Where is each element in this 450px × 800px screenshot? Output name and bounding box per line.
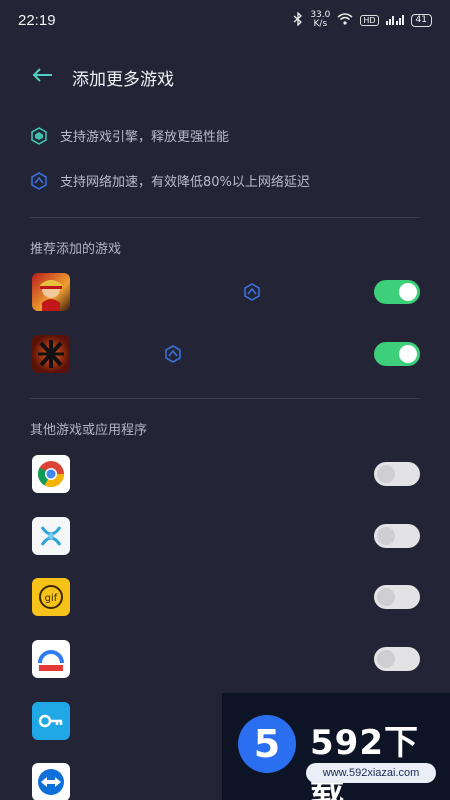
status-bar: 22:19 33.0 K/s HD 41	[0, 0, 450, 40]
app-toggle[interactable]	[374, 462, 420, 486]
watermark-url: www.592xiazai.com	[306, 763, 436, 783]
battery-icon: 41	[410, 13, 432, 27]
feature-text: 支持游戏引擎，释放更强性能	[60, 130, 230, 145]
key-app-icon	[32, 702, 70, 740]
app-toggle[interactable]	[374, 524, 420, 548]
page-title: 添加更多游戏	[72, 69, 174, 90]
svg-text:gif: gif	[45, 593, 58, 604]
back-button[interactable]	[22, 58, 62, 96]
game-engine-icon	[30, 126, 48, 145]
teamviewer-icon	[32, 763, 70, 800]
one-piece-game-icon	[32, 273, 70, 311]
hd-badge: HD	[360, 14, 379, 26]
toggle-knob	[377, 527, 395, 545]
net-speed-unit: K/s	[313, 19, 328, 29]
network-boost-badge-icon	[243, 283, 261, 301]
wifi-icon	[337, 12, 353, 28]
signal-icon	[385, 13, 404, 28]
browser-app-icon	[32, 640, 70, 678]
watermark-overlay: 5 592下载 www.592xiazai.com	[222, 693, 450, 800]
app-row[interactable]	[0, 635, 450, 681]
scissors-app-icon	[32, 517, 70, 555]
game-toggle[interactable]	[374, 342, 420, 366]
feature-network-boost: 支持网络加速，有效降低80%以上网络延迟	[30, 171, 310, 190]
recommended-game-row[interactable]	[0, 330, 450, 376]
network-boost-icon	[30, 171, 48, 190]
chrome-icon	[32, 455, 70, 493]
feature-game-engine: 支持游戏引擎，释放更强性能	[30, 126, 229, 145]
watermark-brand: 592下载	[310, 723, 419, 800]
toggle-knob	[377, 465, 395, 483]
toggle-knob	[399, 345, 417, 363]
app-row[interactable]	[0, 512, 450, 558]
back-arrow-icon	[31, 67, 53, 87]
app-row[interactable]	[0, 450, 450, 496]
recommended-section-title: 推荐添加的游戏	[30, 242, 122, 257]
toggle-knob	[399, 283, 417, 301]
divider	[30, 217, 420, 218]
app-toggle[interactable]	[374, 647, 420, 671]
app-toggle[interactable]	[374, 585, 420, 609]
divider	[30, 398, 420, 399]
network-boost-badge-icon	[164, 345, 182, 363]
recommended-game-row[interactable]	[0, 268, 450, 314]
watermark-logo: 5	[238, 715, 296, 773]
network-speed: 33.0 K/s	[310, 11, 330, 29]
feature-text: 支持网络加速，有效降低80%以上网络延迟	[60, 175, 310, 190]
other-section-title: 其他游戏或应用程序	[30, 423, 148, 438]
toggle-knob	[377, 650, 395, 668]
status-time: 22:19	[18, 11, 56, 29]
status-icons: 33.0 K/s HD 41	[293, 11, 432, 29]
sanguosha-game-icon	[32, 335, 70, 373]
app-bar: 添加更多游戏	[0, 58, 450, 96]
game-toggle[interactable]	[374, 280, 420, 304]
app-row[interactable]: gif	[0, 573, 450, 619]
bluetooth-icon	[293, 10, 303, 29]
gif-app-icon: gif	[32, 578, 70, 616]
toggle-knob	[377, 588, 395, 606]
